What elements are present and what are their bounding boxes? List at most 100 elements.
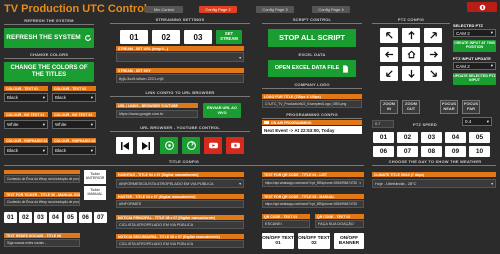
change-colors-button[interactable]: CHANGE THE COLORS OF THE TITLES: [4, 62, 94, 82]
colour-bg-01-select[interactable]: White ▾: [4, 120, 48, 129]
social-input[interactable]: Siga nossas redes sociais...: [4, 239, 80, 247]
ticker-manual-button[interactable]: Ticker MANUAL: [84, 186, 106, 200]
colour-emphasis-01-select[interactable]: Black ▾: [4, 146, 48, 155]
ptz-preset-07[interactable]: 07: [397, 146, 418, 157]
select-value: Black: [55, 148, 67, 153]
title-preset-02[interactable]: 02: [19, 212, 32, 223]
ptz-left-button[interactable]: [380, 47, 398, 62]
onoff-text1-button[interactable]: ON/OFF TEXT 01: [262, 233, 294, 249]
zoom-out-button[interactable]: ZOOM OUT: [402, 100, 420, 114]
title-preset-04[interactable]: 04: [49, 212, 62, 223]
ticker-bar-input[interactable]: Conteúdo de Ênus da Wesp nova tradução d…: [4, 198, 80, 206]
update-ptz-input-button[interactable]: UPDATE SELECTED PTZ INPUT: [453, 73, 496, 85]
onoff-text2-button[interactable]: ON/OFF TEXT 02: [298, 233, 330, 249]
create-input-button[interactable]: CREATE INPUT AT THIS POSITION: [453, 40, 496, 52]
checkbox-icon: [264, 121, 269, 124]
ptz-update-select[interactable]: CAM 2 ▾: [453, 62, 496, 70]
stream-key-input[interactable]: 8yjk-3uz5-k8wm-2221-mj5: [116, 74, 244, 83]
youtube-red-button-1[interactable]: [204, 137, 222, 154]
title-preset-01[interactable]: 01: [4, 212, 17, 223]
stream-url-label: STREAM - SET URL (rtmp://...): [116, 46, 244, 51]
ptz-preset-03[interactable]: 03: [421, 132, 442, 143]
refresh-icon: [164, 141, 174, 150]
focus-speed-select[interactable]: 0.4 ▾: [462, 117, 492, 126]
youtube-red-button-2[interactable]: [226, 137, 244, 154]
refresh-button-label: REFRESH THE SYSTEM: [6, 34, 81, 42]
ptz-preset-05[interactable]: 05: [469, 132, 490, 143]
skip-back-button[interactable]: [116, 137, 133, 154]
colour-text-01-select[interactable]: Black ▾: [4, 93, 48, 102]
youtube-green-button-2[interactable]: [182, 137, 200, 154]
tab-config-page-2[interactable]: Config Page 2: [199, 6, 237, 13]
focus-far-button[interactable]: FOCUS FAR: [462, 100, 480, 114]
arrow-up-right-icon: [429, 32, 437, 39]
ptz-down-left-button[interactable]: [380, 66, 398, 81]
ptz-speed-input[interactable]: 0.7: [372, 120, 394, 128]
ptz-up-left-button[interactable]: [380, 28, 398, 43]
url-links-input[interactable]: https://www.google.com.br: [116, 110, 198, 118]
logo-label: LOGO FOR TITLE (720px X 100px): [262, 94, 362, 99]
divider: [262, 23, 362, 24]
skip-forward-icon: [141, 141, 150, 150]
divider: [262, 88, 362, 89]
send-url-live-button[interactable]: ENVIAR URL AO VIVO: [203, 103, 241, 118]
arrow-down-right-icon: [429, 70, 437, 77]
main-news-label: NOTICIA PRINCIPAL - TITLE 08 e 07 (Digit…: [116, 215, 244, 220]
stream-preset-02[interactable]: 02: [152, 30, 180, 44]
selected-ptz-select[interactable]: CAM 2 ▾: [453, 29, 496, 37]
ptz-down-button[interactable]: [402, 66, 420, 81]
stream-preset-03[interactable]: 03: [184, 30, 212, 44]
set-stream-button[interactable]: SET STREAM: [216, 30, 242, 44]
qr-list-input[interactable]: https://api.whatsapp.com/send?l=pt_BR&ph…: [262, 179, 364, 187]
tab-config-page-4[interactable]: Config Page 4: [312, 6, 350, 13]
select-value: Black: [55, 95, 67, 100]
stream-url-input[interactable]: ▾: [116, 52, 244, 62]
climate-label: CLIMATE TITLE 09/10 (7 days): [372, 172, 496, 177]
colour-emphasis-02-select[interactable]: Black ▾: [52, 146, 96, 155]
hashtag-input[interactable]: #INFORMESICILISTA ATROPELADO EM VIA PÚBL…: [116, 179, 244, 188]
onoff-banner-button[interactable]: ON/OFF BANNER: [334, 233, 364, 249]
hashtag-label: HASHTAG - TITLE 04 e 07 (Digitar manualm…: [116, 172, 244, 177]
title-preset-03[interactable]: 03: [34, 212, 47, 223]
title-preset-07[interactable]: 07: [94, 212, 107, 223]
ptz-preset-02[interactable]: 02: [397, 132, 418, 143]
open-excel-button[interactable]: OPEN EXCEL DATA FILE: [268, 60, 356, 77]
ptz-preset-06[interactable]: 06: [373, 146, 394, 157]
reload-icon: [186, 141, 196, 150]
tab-mix-control[interactable]: Mix Control: [145, 6, 183, 13]
zoom-in-button[interactable]: ZOOM IN: [380, 100, 398, 114]
title-preset-06[interactable]: 06: [79, 212, 92, 223]
text-title-input[interactable]: Conteúdo de Ênus da Wesp nova tradução d…: [4, 175, 80, 183]
colour-text-02-select[interactable]: Black ▾: [52, 93, 96, 102]
ptz-right-button[interactable]: [424, 47, 442, 62]
title-preset-05[interactable]: 05: [64, 212, 77, 223]
qr-text1-input[interactable]: ESCANEI: [262, 220, 310, 228]
youtube-green-button-1[interactable]: [160, 137, 178, 154]
ptz-preset-10[interactable]: 10: [469, 146, 490, 157]
ticker-previous-button[interactable]: Ticker ANTERIOR: [84, 170, 106, 184]
climate-select[interactable]: Hoje - Uberlândia - 28°C ▾: [372, 179, 496, 188]
tab-config-page-3[interactable]: Config Page 3: [256, 6, 294, 13]
logo-path-input[interactable]: C:\UTC_TV_Production\02_Examples\Logo_OB…: [262, 100, 362, 108]
ptz-preset-04[interactable]: 04: [445, 132, 466, 143]
refresh-button[interactable]: REFRESH THE SYSTEM: [4, 28, 94, 48]
hashtag-value: #INFORMESICILISTA ATROPELADO EM VIA PÚBL…: [119, 181, 214, 186]
ptz-preset-01[interactable]: 01: [373, 132, 394, 143]
stop-all-script-button[interactable]: STOP ALL SCRIPT: [268, 29, 356, 47]
ptz-preset-08[interactable]: 08: [421, 146, 442, 157]
stream-preset-01[interactable]: 01: [120, 30, 148, 44]
skip-forward-button[interactable]: [137, 137, 154, 154]
secondary-news-input[interactable]: CICLISTA ATROPELADO EM VIA PÚBLICA: [116, 240, 244, 248]
ptz-home-button[interactable]: [402, 47, 420, 62]
ptz-preset-09[interactable]: 09: [445, 146, 466, 157]
qr-manual-input[interactable]: https://api.whatsapp.com/send?l=pt_BR&ph…: [262, 200, 364, 208]
qr-text2-input[interactable]: FAÇA SUA DOAÇÃO: [315, 220, 364, 228]
colour-bg-02-select[interactable]: White ▾: [52, 120, 96, 129]
ptz-up-right-button[interactable]: [424, 28, 442, 43]
ptz-down-right-button[interactable]: [424, 66, 442, 81]
main-news-input[interactable]: CICLISTA ATROPELADO EM VIA PÚBLICA: [116, 221, 244, 229]
select-value: White: [7, 122, 19, 127]
hastee-input[interactable]: #INFORMES: [116, 200, 244, 208]
ptz-up-button[interactable]: [402, 28, 420, 43]
focus-near-button[interactable]: FOCUS NEAR: [440, 100, 458, 114]
